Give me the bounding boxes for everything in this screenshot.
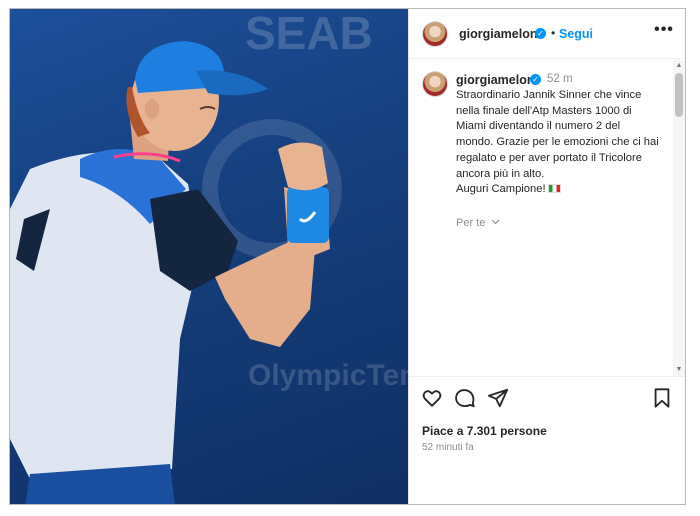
verified-badge-icon: ✓ <box>535 28 546 39</box>
post-photo[interactable]: SEAB OlympicTen <box>10 9 408 504</box>
sponsor-banner-text: SEAB <box>245 9 373 59</box>
follow-button[interactable]: Segui <box>559 27 593 41</box>
caption-username[interactable]: giorgiameloni <box>456 73 538 87</box>
wristband <box>287 187 329 243</box>
caption-timestamp[interactable]: 52 m <box>547 73 573 85</box>
caption-line: Straordinario Jannik Sinner che vince <box>456 89 642 101</box>
chevron-down-icon <box>491 219 500 225</box>
ear <box>145 99 159 119</box>
italy-flag-icon <box>547 184 561 194</box>
separator-dot: • <box>551 26 556 40</box>
post-actions: Piace a 7.301 persone 52 minuti fa <box>409 376 685 504</box>
bookmark-icon[interactable] <box>651 387 673 409</box>
caption-section: giorgiameloni ✓ 52 m Straordinario Janni… <box>409 60 685 376</box>
post-header: giorgiameloni ✓ • Segui ••• <box>409 9 685 59</box>
post-time[interactable]: 52 minuti fa <box>422 442 474 453</box>
heart-icon[interactable] <box>421 387 443 409</box>
translation-label: Per te <box>456 217 486 229</box>
caption-scrollbar[interactable]: ▲ ▼ <box>673 60 685 376</box>
caption-line: nella finale dell'Atp Masters 1000 di <box>456 104 632 117</box>
caption-line: mondo. Grazie per le emozioni che ci hai <box>456 136 659 149</box>
share-icon[interactable] <box>487 387 509 409</box>
likes-count[interactable]: Piace a 7.301 persone <box>422 424 547 438</box>
scrollbar-thumb[interactable] <box>675 73 683 117</box>
tennis-player-illustration: SEAB OlympicTen <box>10 9 408 504</box>
caption-verified-badge-icon: ✓ <box>530 74 541 85</box>
olympic-banner-text: OlympicTen <box>248 359 408 392</box>
post-sidebar: giorgiameloni ✓ • Segui ••• giorgiamelon… <box>408 9 685 504</box>
profile-avatar[interactable] <box>422 21 448 47</box>
comment-icon[interactable] <box>454 387 476 409</box>
scroll-down-arrow-icon[interactable]: ▼ <box>673 364 685 376</box>
caption-text: Straordinario Jannik Sinner che vince ne… <box>456 88 661 198</box>
see-translation-button[interactable]: Per te <box>456 217 500 229</box>
caption-line: Miami diventando il numero 2 del <box>456 120 621 133</box>
scroll-up-arrow-icon[interactable]: ▲ <box>673 60 685 72</box>
fist <box>278 142 328 191</box>
caption-line: Auguri Campione! <box>456 183 546 196</box>
instagram-post-window: SEAB OlympicTen giorgiameloni ✓ • Segui … <box>9 8 686 505</box>
caption-line-last: Auguri Campione! <box>456 182 661 198</box>
caption-line: regalato e per aver portato il Tricolore <box>456 151 642 164</box>
caption-line: ancora più in alto. <box>456 167 545 180</box>
more-options-icon[interactable]: ••• <box>654 22 674 39</box>
caption-avatar[interactable] <box>422 71 448 97</box>
header-username[interactable]: giorgiameloni <box>459 27 541 41</box>
